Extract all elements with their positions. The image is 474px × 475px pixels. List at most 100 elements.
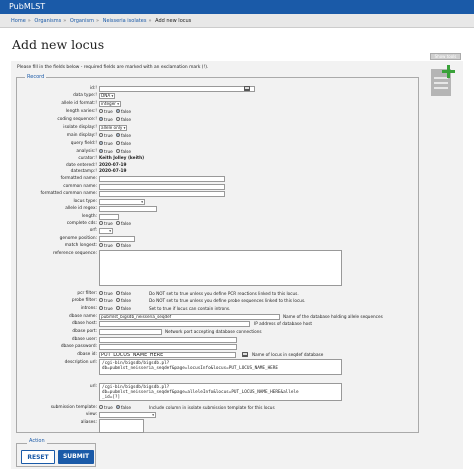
id-input[interactable] xyxy=(99,86,255,92)
coding-sequence-false-radio[interactable] xyxy=(115,117,120,121)
query-field-false-radio[interactable] xyxy=(115,141,120,145)
dbase-user-input[interactable] xyxy=(99,337,237,343)
reference-sequence-textarea[interactable] xyxy=(99,250,342,286)
row-genome-position: genome position: xyxy=(17,236,417,242)
dbase-port-note: Network port accepting database connecti… xyxy=(165,329,262,334)
genome-position-input[interactable] xyxy=(99,236,135,242)
url-textarea[interactable]: /cgi-bin/bigsdb/bigsdb.pl? db=pubmlst_ne… xyxy=(99,383,342,401)
probe-filter-true-radio[interactable] xyxy=(99,298,103,302)
query-field-true-radio[interactable] xyxy=(99,141,103,145)
pcr-filter-false-radio[interactable] xyxy=(115,291,120,295)
dbase-port-input[interactable] xyxy=(99,329,162,335)
row-locus-type: locus type: xyxy=(17,199,417,205)
match-longest-label: match longest: xyxy=(64,243,97,248)
row-complete-cds: complete cds: true false xyxy=(17,221,417,227)
row-introns: introns: true false Set to true if locus … xyxy=(17,306,417,312)
row-dbase-password: dbase password: xyxy=(17,344,417,350)
date-entered-value: 2020-07-19 xyxy=(99,163,127,168)
introns-true-radio[interactable] xyxy=(99,306,103,310)
dbase-id-input[interactable]: PUT_LOCUS_NAME_HERE xyxy=(99,352,236,358)
length-varies-false-radio[interactable] xyxy=(115,109,120,113)
dbase-password-label: dbase password: xyxy=(60,344,97,349)
description-url-textarea[interactable]: /cgi-bin/bigsdb/bigsdb.pl? db=pubmlst_ne… xyxy=(99,359,342,375)
locus-type-label: locus type: xyxy=(73,199,97,204)
row-dbase-host: dbase host: IP address of database host xyxy=(17,321,417,327)
submission-template-false-radio[interactable] xyxy=(115,405,120,409)
row-curator: curator:! Keith Jolley (keith) xyxy=(17,156,417,162)
length-varies-true-radio[interactable] xyxy=(99,109,103,113)
complete-cds-false-radio[interactable] xyxy=(115,221,120,225)
show-tools-button[interactable]: Show tools xyxy=(430,53,461,60)
row-dbase-user: dbase user: xyxy=(17,337,417,343)
introns-false-radio[interactable] xyxy=(115,306,120,310)
top-bar: PubMLST xyxy=(0,0,474,14)
allele-id-format-select[interactable]: integer xyxy=(99,101,121,107)
required-notice: Please fill in the fields below - requir… xyxy=(17,65,209,70)
date-entered-label: date entered:! xyxy=(66,163,97,168)
pcr-filter-label: pcr filter: xyxy=(77,291,97,296)
common-name-label: common name: xyxy=(63,184,97,189)
coding-sequence-true-radio[interactable] xyxy=(99,117,103,121)
breadcrumb-neisseria-isolates[interactable]: Neisseria isolates xyxy=(103,18,147,24)
complete-cds-label: complete cds: xyxy=(66,221,97,226)
submission-template-true-radio[interactable] xyxy=(99,405,103,409)
pcr-filter-true-radio[interactable] xyxy=(99,291,103,295)
row-dbase-port: dbase port: Network port accepting datab… xyxy=(17,329,417,335)
curator-label: curator:! xyxy=(78,156,97,161)
dbase-host-input[interactable] xyxy=(99,321,250,327)
complete-cds-true-radio[interactable] xyxy=(99,221,103,225)
dbase-password-input[interactable] xyxy=(99,344,237,350)
row-analysis: analysis:! true false xyxy=(17,149,417,155)
row-isolate-display: isolate display:! allele only xyxy=(17,125,417,131)
match-longest-false-radio[interactable] xyxy=(115,243,120,247)
length-input[interactable] xyxy=(99,214,119,220)
reset-button[interactable]: RESET xyxy=(21,450,55,464)
row-pcr-filter: pcr filter: true false Do NOT set to true… xyxy=(17,291,417,297)
main-display-label: main display:! xyxy=(66,133,97,138)
row-coding-sequence: coding sequence:! true false xyxy=(17,117,417,123)
introns-label: introns: xyxy=(80,306,97,311)
introns-note: Set to true if locus can contain introns… xyxy=(149,306,231,311)
dbase-user-label: dbase user: xyxy=(71,337,97,342)
probe-filter-false-radio[interactable] xyxy=(115,298,120,302)
orf-select[interactable] xyxy=(99,228,113,234)
breadcrumb-organisms[interactable]: Organisms xyxy=(34,18,61,24)
row-probe-filter: probe filter: true false Do NOT set to tr… xyxy=(17,298,417,304)
main-display-true-radio[interactable] xyxy=(99,133,103,137)
view-select[interactable] xyxy=(99,412,156,418)
genome-position-label: genome position: xyxy=(59,236,97,241)
formatted-common-name-input[interactable] xyxy=(99,191,225,197)
dbase-id-lookup-icon[interactable] xyxy=(242,352,248,357)
analysis-label: analysis:! xyxy=(76,149,97,154)
analysis-true-radio[interactable] xyxy=(99,149,103,153)
dbase-name-input[interactable]: pubmlst_bigsdb_neisseria_seqdef xyxy=(99,314,280,320)
submit-button[interactable]: SUBMIT xyxy=(58,450,94,464)
site-brand[interactable]: PubMLST xyxy=(9,2,45,11)
aliases-textarea[interactable] xyxy=(99,419,144,433)
formatted-name-input[interactable] xyxy=(99,176,225,182)
datestamp-label: datestamp:! xyxy=(70,169,97,174)
common-name-input[interactable] xyxy=(99,184,225,190)
row-id: id:! xyxy=(17,86,417,92)
locus-type-select[interactable] xyxy=(99,199,145,205)
row-formatted-common-name: formatted common name: xyxy=(17,191,417,197)
submission-template-label: submission template: xyxy=(50,405,97,410)
allele-id-regex-input[interactable] xyxy=(99,206,157,212)
action-legend: Action xyxy=(27,438,47,444)
breadcrumb-organism[interactable]: Organism xyxy=(70,18,94,24)
row-dbase-name: dbase name: pubmlst_bigsdb_neisseria_seq… xyxy=(17,314,417,320)
row-allele-id-regex: allele id regex: xyxy=(17,206,417,212)
main-display-false-radio[interactable] xyxy=(115,133,120,137)
dbase-host-label: dbase host: xyxy=(71,321,97,326)
dbase-host-note: IP address of database host xyxy=(254,321,313,326)
analysis-false-radio[interactable] xyxy=(115,149,120,153)
id-lookup-icon[interactable] xyxy=(244,86,250,91)
probe-filter-note: Do NOT set to true unless you define pro… xyxy=(149,298,306,303)
probe-filter-label: probe filter: xyxy=(71,298,97,303)
data-type-select[interactable]: DNA xyxy=(99,93,116,99)
row-allele-id-format: allele id format:! integer xyxy=(17,101,417,107)
breadcrumb-home[interactable]: Home xyxy=(11,18,26,24)
isolate-display-select[interactable]: allele only xyxy=(99,125,128,131)
match-longest-true-radio[interactable] xyxy=(99,243,103,247)
dbase-name-label: dbase name: xyxy=(69,314,97,319)
